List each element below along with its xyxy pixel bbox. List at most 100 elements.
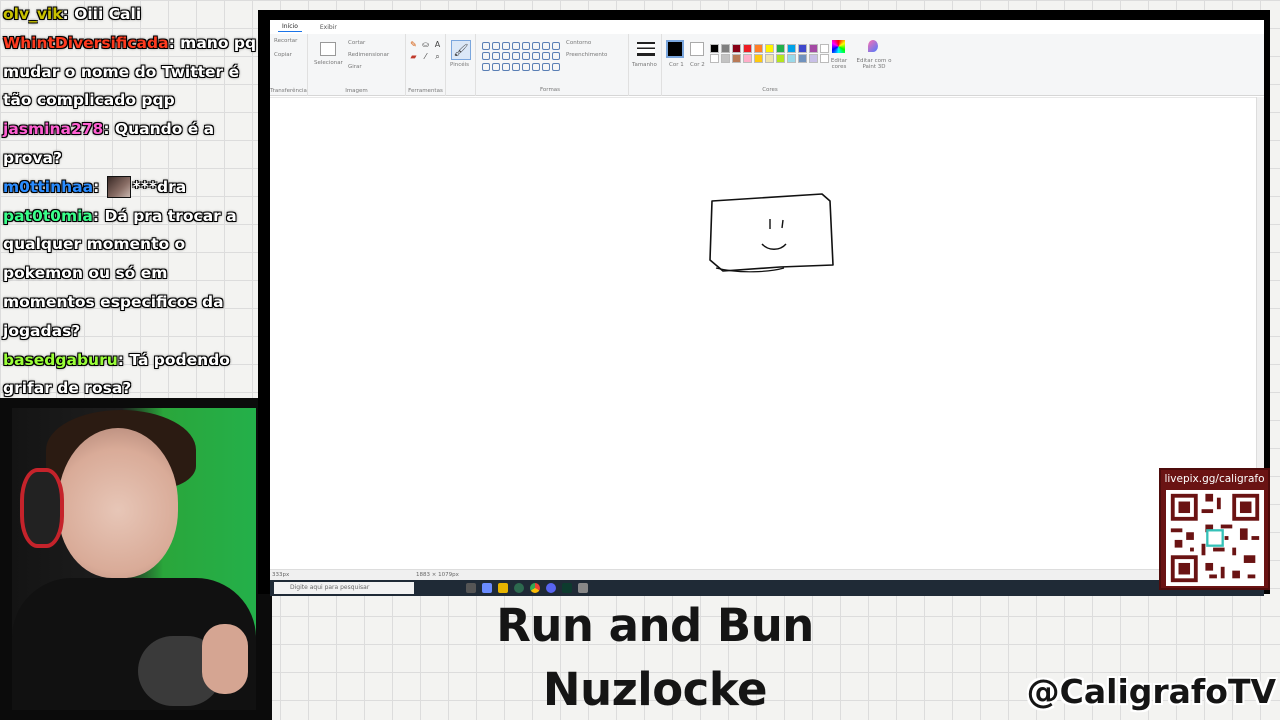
webcam-frame xyxy=(0,398,272,720)
drawing-canvas[interactable] xyxy=(270,97,1264,569)
streamer-hand xyxy=(202,624,248,694)
size-icon[interactable] xyxy=(637,42,655,56)
tab-exibir[interactable]: Exibir xyxy=(316,23,341,32)
canvas-size: 1883 × 1079px xyxy=(416,572,459,578)
chat-username[interactable]: WhintDiversificada xyxy=(3,34,169,52)
shapes-gallery xyxy=(482,42,560,72)
chat-separator: : xyxy=(62,5,75,23)
image-group: Selecionar Cortar Redimensionar Girar Im… xyxy=(308,34,406,96)
color-picker-icon[interactable]: ⁄ xyxy=(421,52,430,61)
contorno-dropdown[interactable]: Contorno xyxy=(566,40,591,46)
tools-group: ✎ ⛀ A ▰ ⁄ ⌕ Ferramentas xyxy=(406,34,446,96)
drawing-svg xyxy=(709,193,834,273)
color-swatch[interactable] xyxy=(809,44,818,53)
channel-handle: @CaligrafoTV xyxy=(1026,672,1276,711)
color-swatch[interactable] xyxy=(721,44,730,53)
paint3d-icon[interactable] xyxy=(868,40,878,52)
brushes-group: 🖌 Pincéis xyxy=(446,34,476,96)
chat-text: ***dra xyxy=(132,177,187,196)
chat-separator: : xyxy=(93,177,105,196)
qr-code xyxy=(1166,490,1264,586)
color-swatch[interactable] xyxy=(798,44,807,53)
color-swatch[interactable] xyxy=(776,44,785,53)
terminal-icon[interactable] xyxy=(562,583,572,593)
formas-label: Formas xyxy=(539,87,561,93)
chat-text: Dá pra trocar a qualquer momento o pokem… xyxy=(3,206,237,340)
color-swatch[interactable] xyxy=(787,54,796,63)
title-line-1: Run and Bun xyxy=(496,599,814,652)
headset-icon xyxy=(20,468,64,548)
paint-window: Início Exibir Recortar Copiar Transferên… xyxy=(270,20,1264,596)
discord-icon[interactable] xyxy=(546,583,556,593)
cortar-button[interactable]: Cortar xyxy=(348,40,365,46)
color-swatch[interactable] xyxy=(820,44,829,53)
color-swatch[interactable] xyxy=(765,44,774,53)
chat-message: WhintDiversificada: mano pq mudar o nome… xyxy=(0,29,262,115)
select-icon[interactable] xyxy=(320,42,336,56)
cor2-label: Cor 2 xyxy=(690,62,705,68)
redimensionar-button[interactable]: Redimensionar xyxy=(348,52,389,58)
streamer-face xyxy=(58,428,178,578)
clipboard-group: Recortar Copiar Transferência xyxy=(270,34,308,96)
chat-username[interactable]: pat0t0mia xyxy=(3,207,93,225)
folder-icon[interactable] xyxy=(498,583,508,593)
color-palette xyxy=(710,44,830,63)
chat-username[interactable]: olv_vik xyxy=(3,5,63,23)
taskbar-search-input[interactable]: Digite aqui para pesquisar xyxy=(274,582,414,594)
color-swatch[interactable] xyxy=(787,44,796,53)
girar-button[interactable]: Girar xyxy=(348,64,362,70)
fill-icon[interactable]: ⛀ xyxy=(421,40,430,49)
app-icon[interactable] xyxy=(482,583,492,593)
eraser-icon[interactable]: ▰ xyxy=(409,52,418,61)
pencil-icon[interactable]: ✎ xyxy=(409,40,418,49)
color-swatch[interactable] xyxy=(710,44,719,53)
sketch-smile xyxy=(761,243,787,250)
status-bar: 333px 1883 × 1079px xyxy=(270,569,1264,580)
color-swatch[interactable] xyxy=(809,54,818,63)
chat-message: basedgaburu: Tá podendo grifar de rosa? xyxy=(0,346,262,398)
color-swatch[interactable] xyxy=(710,54,719,63)
pinceis-button[interactable]: Pincéis xyxy=(450,62,469,68)
chrome-icon[interactable] xyxy=(530,583,540,593)
color-swatch[interactable] xyxy=(776,54,785,63)
clipboard-label: Transferência xyxy=(270,88,307,94)
ribbon: Recortar Copiar Transferência Selecionar… xyxy=(270,34,1264,96)
color-swatch[interactable] xyxy=(721,54,730,63)
chat-separator: : xyxy=(117,350,130,369)
color-swatch[interactable] xyxy=(798,54,807,63)
tamanho-button[interactable]: Tamanho xyxy=(632,62,657,68)
brush-icon[interactable]: 🖌 xyxy=(451,40,471,60)
color-swatch[interactable] xyxy=(765,54,774,63)
color1-swatch[interactable] xyxy=(666,40,684,58)
preenchimento-dropdown[interactable]: Preenchimento xyxy=(566,52,607,58)
color2-swatch[interactable] xyxy=(690,42,704,56)
paint-taskbar-icon[interactable] xyxy=(578,583,588,593)
color-swatch[interactable] xyxy=(743,54,752,63)
ribbon-tabs: Início Exibir xyxy=(270,20,1264,34)
edit-colors-icon[interactable] xyxy=(832,40,845,53)
chat-username[interactable]: basedgaburu xyxy=(3,351,118,369)
qr-url: livepix.gg/caligrafo xyxy=(1164,473,1265,485)
color-swatch[interactable] xyxy=(732,44,741,53)
chat-username[interactable]: jasmina278 xyxy=(3,120,103,138)
imagem-label: Imagem xyxy=(345,88,368,94)
selecionar-button[interactable]: Selecionar xyxy=(314,60,343,66)
chat-panel: olv_vik: Oiii Cali WhintDiversificada: ma… xyxy=(0,0,262,398)
cores-label: Cores xyxy=(762,87,778,93)
cor1-label: Cor 1 xyxy=(669,62,684,68)
task-view-icon[interactable] xyxy=(466,583,476,593)
color-swatch[interactable] xyxy=(732,54,741,63)
magnifier-icon[interactable]: ⌕ xyxy=(433,52,442,61)
color-swatch[interactable] xyxy=(754,44,763,53)
clock-icon[interactable] xyxy=(514,583,524,593)
chat-username[interactable]: m0ttinhaa xyxy=(3,178,93,196)
recortar-button[interactable]: Recortar xyxy=(274,38,297,44)
color-swatch[interactable] xyxy=(754,54,763,63)
editar-cores-button[interactable]: Editar cores xyxy=(828,58,850,70)
paint3d-button[interactable]: Editar com o Paint 3D xyxy=(856,58,892,70)
chat-message: pat0t0mia: Dá pra trocar a qualquer mome… xyxy=(0,202,262,346)
color-swatch[interactable] xyxy=(743,44,752,53)
tab-inicio[interactable]: Início xyxy=(278,22,302,32)
text-icon[interactable]: A xyxy=(433,40,442,49)
copiar-button[interactable]: Copiar xyxy=(274,52,292,58)
